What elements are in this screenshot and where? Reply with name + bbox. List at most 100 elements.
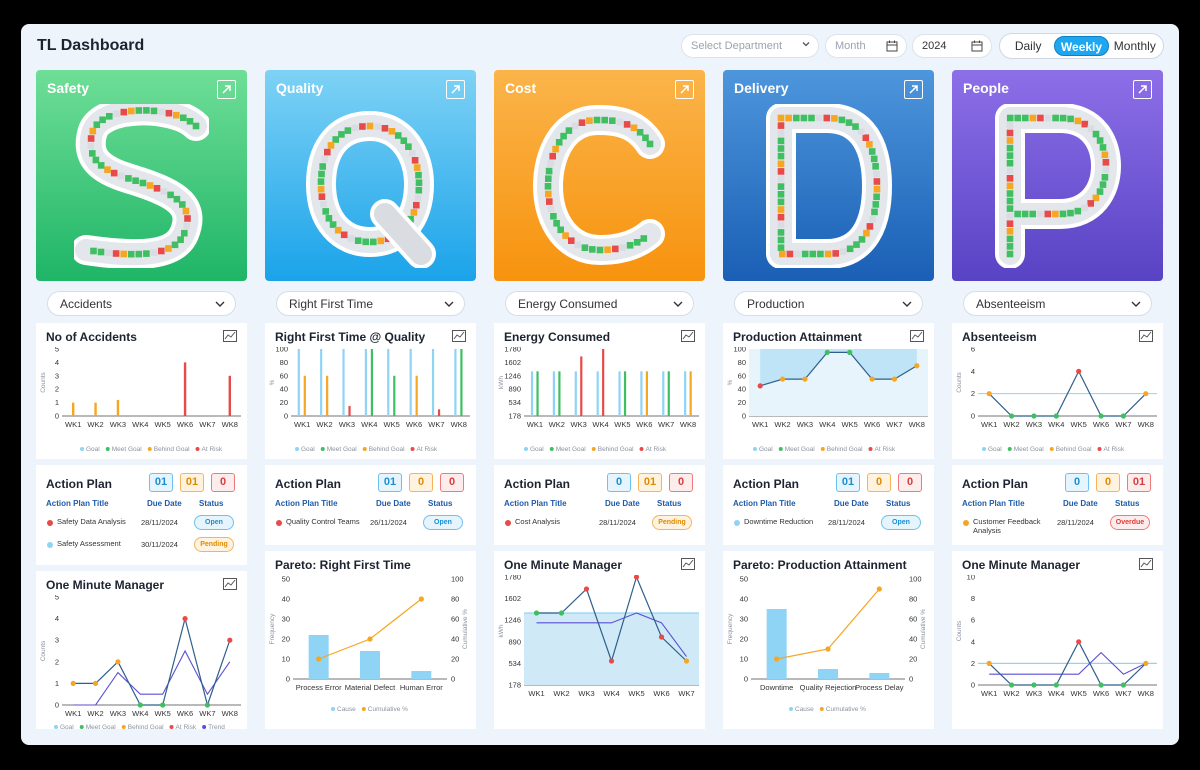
data-point[interactable]: [891, 376, 898, 382]
goal-bar[interactable]: [431, 349, 435, 416]
view-daily[interactable]: Daily: [1002, 36, 1054, 56]
bar[interactable]: [536, 371, 539, 416]
bar[interactable]: [580, 356, 583, 416]
goal-bar[interactable]: [552, 371, 556, 416]
bar[interactable]: [94, 402, 97, 416]
goal-bar[interactable]: [684, 371, 687, 416]
data-point[interactable]: [824, 349, 830, 355]
bar[interactable]: [645, 371, 649, 416]
open-count-badge[interactable]: 01: [836, 473, 860, 492]
data-point[interactable]: [1053, 682, 1059, 688]
chart-icon[interactable]: [910, 330, 924, 342]
open-count-badge[interactable]: 01: [149, 473, 173, 492]
open-count-badge[interactable]: 01: [378, 473, 402, 492]
data-point[interactable]: [633, 575, 640, 580]
overdue-count-badge[interactable]: 0: [669, 473, 693, 492]
bar[interactable]: [602, 349, 605, 416]
data-point[interactable]: [1120, 682, 1127, 688]
cumulative-point[interactable]: [774, 656, 780, 662]
view-weekly[interactable]: Weekly: [1054, 36, 1109, 56]
month-picker[interactable]: Month: [825, 34, 907, 58]
data-point[interactable]: [779, 376, 786, 382]
chart-icon[interactable]: [223, 578, 237, 590]
goal-bar[interactable]: [297, 349, 300, 416]
bar[interactable]: [460, 349, 463, 416]
bar[interactable]: [623, 371, 627, 416]
cumulative-point[interactable]: [316, 656, 322, 662]
expand-button[interactable]: [217, 80, 236, 99]
overdue-count-badge[interactable]: 0: [440, 473, 464, 492]
data-point[interactable]: [583, 586, 590, 592]
overdue-count-badge[interactable]: 01: [1127, 473, 1151, 492]
metric-dropdown[interactable]: Energy Consumed: [505, 291, 694, 316]
overdue-count-badge[interactable]: 0: [898, 473, 922, 492]
pareto-bar[interactable]: [766, 609, 787, 679]
open-count-badge[interactable]: 0: [607, 473, 631, 492]
goal-bar[interactable]: [596, 371, 599, 416]
pending-count-badge[interactable]: 0: [867, 473, 891, 492]
goal-bar[interactable]: [662, 371, 665, 416]
pending-count-badge[interactable]: 0: [1096, 473, 1120, 492]
data-point[interactable]: [757, 383, 763, 389]
chart-icon[interactable]: [1139, 330, 1153, 342]
data-point[interactable]: [227, 637, 233, 643]
overdue-count-badge[interactable]: 0: [211, 473, 235, 492]
goal-bar[interactable]: [342, 349, 345, 416]
data-point[interactable]: [1120, 413, 1127, 419]
goal-bar[interactable]: [409, 349, 412, 416]
data-point[interactable]: [1098, 682, 1104, 688]
data-point[interactable]: [1031, 682, 1037, 688]
bar[interactable]: [228, 375, 232, 416]
data-point[interactable]: [533, 610, 540, 616]
bar[interactable]: [326, 375, 329, 416]
metric-dropdown[interactable]: Absenteeism: [963, 291, 1152, 316]
expand-button[interactable]: [904, 80, 923, 99]
bar[interactable]: [415, 375, 418, 416]
expand-button[interactable]: [1133, 80, 1152, 99]
cumulative-point[interactable]: [825, 646, 831, 652]
action-plan-row[interactable]: Downtime Reduction 28/11/2024 Open: [723, 512, 934, 534]
cumulative-point[interactable]: [418, 596, 424, 602]
pareto-bar[interactable]: [869, 673, 890, 679]
action-plan-row[interactable]: Safety Assessment 30/11/2024 Pending: [36, 534, 247, 556]
status-pill[interactable]: Pending: [652, 515, 692, 530]
bar[interactable]: [437, 409, 441, 416]
cumulative-point[interactable]: [876, 586, 882, 592]
data-point[interactable]: [802, 376, 808, 382]
goal-bar[interactable]: [640, 371, 643, 416]
department-select[interactable]: Select Department: [681, 34, 819, 58]
data-point[interactable]: [115, 659, 121, 665]
goal-bar[interactable]: [364, 349, 368, 416]
action-plan-row[interactable]: Customer Feedback Analysis 28/11/2024 Over…: [952, 512, 1163, 535]
pending-count-badge[interactable]: 01: [638, 473, 662, 492]
data-point[interactable]: [914, 363, 920, 369]
expand-button[interactable]: [446, 80, 465, 99]
data-point[interactable]: [1031, 413, 1037, 419]
status-pill[interactable]: Pending: [194, 537, 234, 552]
goal-bar[interactable]: [387, 349, 390, 416]
data-point[interactable]: [658, 634, 665, 640]
metric-dropdown[interactable]: Accidents: [47, 291, 236, 316]
data-point[interactable]: [204, 702, 211, 708]
status-pill[interactable]: Open: [423, 515, 463, 530]
status-pill[interactable]: Open: [194, 515, 234, 530]
open-count-badge[interactable]: 0: [1065, 473, 1089, 492]
chart-icon[interactable]: [452, 330, 466, 342]
data-point[interactable]: [1098, 413, 1104, 419]
data-point[interactable]: [70, 680, 76, 686]
data-point[interactable]: [1076, 639, 1082, 645]
data-point[interactable]: [1076, 368, 1082, 374]
bar[interactable]: [370, 349, 374, 416]
goal-bar[interactable]: [454, 349, 457, 416]
data-point[interactable]: [182, 616, 188, 622]
pareto-bar[interactable]: [411, 671, 432, 679]
goal-bar[interactable]: [618, 371, 621, 416]
chart-icon[interactable]: [223, 330, 237, 342]
data-point[interactable]: [986, 660, 992, 666]
action-plan-row[interactable]: Quality Control Teams 26/11/2024 Open: [265, 512, 476, 534]
status-pill[interactable]: Overdue: [1110, 515, 1150, 530]
pending-count-badge[interactable]: 01: [180, 473, 204, 492]
action-plan-row[interactable]: Cost Analysis 28/11/2024 Pending: [494, 512, 705, 534]
data-point[interactable]: [608, 658, 615, 664]
status-pill[interactable]: Open: [881, 515, 921, 530]
